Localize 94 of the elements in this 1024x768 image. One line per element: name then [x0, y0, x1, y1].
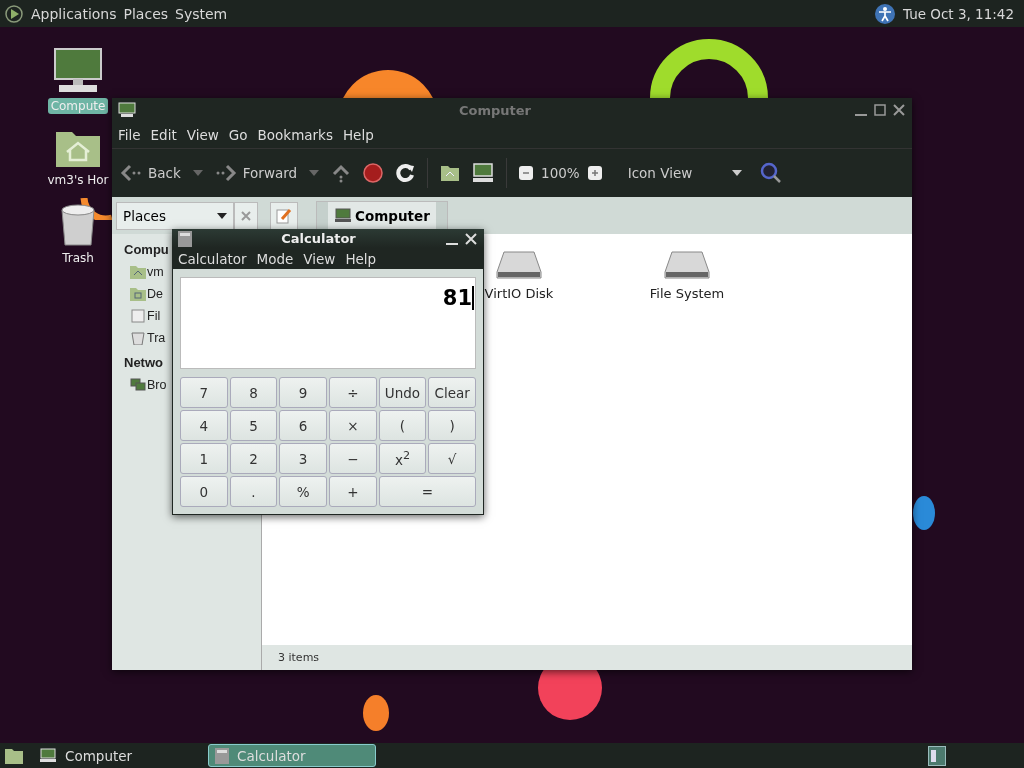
menu-item[interactable]: View — [303, 250, 336, 267]
calculator-key[interactable]: 3 — [279, 443, 327, 474]
sidebar-item[interactable]: Bro — [147, 378, 167, 392]
back-arrow-icon — [120, 164, 142, 182]
wallpaper-circle — [913, 496, 935, 530]
window-title: Calculator — [280, 231, 357, 247]
calculator-key[interactable]: 9 — [279, 377, 327, 408]
computer-icon — [334, 208, 353, 223]
window-title: Computer — [458, 102, 532, 118]
calculator-key[interactable]: 7 — [180, 377, 228, 408]
stop-icon[interactable] — [363, 163, 384, 183]
calculator-key[interactable]: x$^{2}$ — [378, 443, 427, 474]
zoom-in-icon[interactable] — [587, 166, 602, 180]
side-pane-dropdown[interactable]: Places — [116, 201, 234, 230]
file-label[interactable]: File System — [649, 286, 725, 301]
calculator-key[interactable]: Clear — [428, 377, 476, 408]
calculator-display[interactable]: 81 — [180, 277, 476, 369]
show-desktop-icon[interactable] — [4, 746, 24, 765]
calculator-key[interactable]: 8 — [229, 377, 278, 408]
accessibility-icon[interactable] — [873, 2, 896, 25]
caret-icon — [732, 170, 743, 176]
wallpaper-circle — [363, 695, 389, 731]
calculator-key[interactable]: √ — [428, 443, 476, 474]
calculator-key[interactable]: 4 — [180, 410, 228, 441]
sidebar-item[interactable]: De — [147, 287, 163, 301]
up-arrow-icon[interactable] — [331, 163, 352, 183]
menu-item[interactable]: View — [186, 127, 219, 143]
menu-item[interactable]: Go — [228, 127, 248, 143]
calculator-key[interactable]: + — [329, 476, 377, 507]
file-label[interactable]: VirtIO Disk — [484, 286, 554, 301]
reload-icon[interactable] — [395, 163, 416, 183]
path-button[interactable]: Computer — [328, 201, 436, 230]
menu-item[interactable]: Help — [342, 127, 374, 143]
menu-item[interactable]: Mode — [256, 250, 294, 267]
calculator-key[interactable]: Undo — [378, 377, 427, 408]
calculator-key[interactable]: 6 — [279, 410, 327, 441]
calculator-key[interactable]: 5 — [229, 410, 278, 441]
calculator-key[interactable]: − — [329, 443, 377, 474]
wallpaper-arc — [80, 198, 112, 220]
desktop-icon-label[interactable]: Trash — [59, 250, 97, 266]
sidebar-item[interactable]: Tra — [147, 331, 166, 345]
caret-icon — [217, 212, 227, 219]
sidebar-heading: Compu — [124, 242, 170, 257]
menu-item[interactable]: Edit — [150, 127, 177, 143]
desktop-icon-label[interactable]: vm3's Hor — [44, 172, 112, 188]
workspace-switcher-icon[interactable] — [928, 745, 946, 766]
calculator-key[interactable]: % — [279, 476, 327, 507]
sidebar-item[interactable]: vm — [147, 265, 164, 279]
maximize-icon[interactable] — [873, 103, 887, 117]
computer-icon — [39, 748, 57, 763]
caret-icon[interactable] — [192, 170, 203, 176]
panel-menu[interactable]: Places — [123, 5, 169, 22]
calculator-icon — [215, 747, 229, 764]
calculator-key[interactable]: 0 — [180, 476, 228, 507]
calculator-key[interactable]: ) — [428, 410, 476, 441]
zoom-out-icon[interactable] — [519, 166, 534, 180]
logo-icon[interactable] — [4, 3, 24, 24]
status-text: 3 items — [278, 651, 320, 664]
caret-icon[interactable] — [309, 170, 320, 176]
sidebar-heading: Netwo — [124, 355, 164, 370]
calculator-key[interactable]: ( — [378, 410, 427, 441]
close-pane-button[interactable] — [234, 201, 258, 230]
trash-icon[interactable] — [58, 202, 98, 246]
computer-icon[interactable] — [472, 163, 495, 183]
sidebar-item[interactable]: Fil — [147, 309, 161, 323]
taskbar-button[interactable]: Computer — [32, 744, 200, 767]
zoom-level: 100% — [541, 165, 580, 181]
calculator-key[interactable]: 2 — [229, 443, 278, 474]
panel-menu[interactable]: Applications — [31, 5, 117, 22]
calculator-icon — [178, 230, 192, 247]
network-icon[interactable] — [130, 378, 146, 392]
pencil-icon — [276, 207, 292, 224]
back-button[interactable]: Back — [120, 164, 181, 182]
close-icon[interactable] — [892, 103, 906, 117]
close-icon — [241, 210, 251, 221]
calculator-key[interactable]: ÷ — [329, 377, 377, 408]
menu-item[interactable]: Calculator — [178, 250, 247, 267]
calculator-key[interactable]: . — [229, 476, 278, 507]
menu-item[interactable]: Help — [345, 250, 377, 267]
menu-item[interactable]: Bookmarks — [257, 127, 333, 143]
edit-location-button[interactable] — [270, 201, 298, 230]
calculator-key[interactable]: = — [378, 476, 476, 507]
menu-item[interactable]: File — [118, 127, 141, 143]
forward-arrow-icon — [214, 164, 237, 182]
computer-icon[interactable] — [53, 48, 103, 94]
computer-icon — [118, 102, 136, 118]
search-icon[interactable] — [760, 162, 783, 184]
forward-button[interactable]: Forward — [214, 164, 298, 182]
folder-icon[interactable] — [130, 287, 146, 301]
panel-menu[interactable]: System — [175, 5, 228, 22]
clock[interactable]: Tue Oct 3, 11:42 — [902, 5, 1014, 22]
view-dropdown[interactable]: Icon View — [621, 164, 749, 182]
calculator-key[interactable]: 1 — [180, 443, 228, 474]
calculator-key[interactable]: × — [329, 410, 377, 441]
